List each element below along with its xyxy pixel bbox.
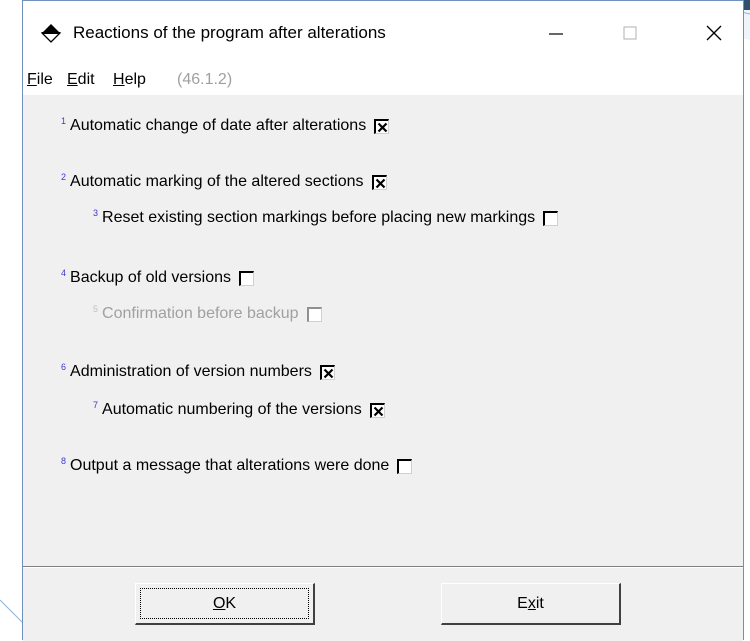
minimize-icon — [548, 25, 564, 46]
option-label: Automatic marking of the altered section… — [70, 173, 364, 190]
dialog-window: Reactions of the program after alteratio… — [22, 0, 744, 641]
option-label: Automatic change of date after alteratio… — [70, 117, 367, 134]
menu-file-label: ile — [36, 71, 53, 88]
option-checkbox[interactable] — [239, 270, 254, 286]
menu-edit[interactable]: Edit — [67, 71, 95, 89]
option-label: Administration of version numbers — [70, 363, 312, 380]
option-1: 1 Automatic change of date after alterat… — [61, 116, 390, 135]
focus-rectangle — [140, 588, 309, 619]
option-label: Confirmation before backup — [102, 305, 299, 322]
checkmark-x-icon — [323, 368, 334, 378]
option-number: 7 — [93, 400, 99, 410]
exit-button[interactable]: Ex it — [441, 583, 621, 625]
option-6: 6 Administration of version numbers — [61, 362, 335, 381]
window-title: Reactions of the program after alteratio… — [73, 23, 386, 42]
checkmark-x-icon — [373, 406, 383, 416]
menu-version: (46.1.2) — [177, 71, 233, 88]
options-panel: 1 Automatic change of date after alterat… — [23, 95, 743, 565]
option-checkbox[interactable] — [397, 458, 413, 474]
menu-help-mnemonic: H — [113, 71, 125, 88]
option-7: 7 Automatic numbering of the versions — [93, 400, 385, 419]
option-number: 4 — [61, 268, 67, 278]
close-button[interactable] — [691, 15, 737, 55]
exit-label-end: it — [535, 594, 544, 612]
option-2: 2 Automatic marking of the altered secti… — [61, 172, 387, 191]
option-3: 3 Reset existing section markings before… — [93, 208, 559, 227]
menu-help[interactable]: Help — [113, 71, 146, 89]
title-bar[interactable]: Reactions of the program after alteratio… — [23, 1, 743, 65]
option-number: 6 — [61, 362, 67, 372]
maximize-button[interactable] — [607, 15, 653, 55]
option-checkbox — [306, 306, 322, 322]
app-diamond-icon — [40, 23, 62, 43]
exit-label-start: E — [517, 594, 528, 612]
option-4: 4 Backup of old versions — [61, 268, 254, 287]
maximize-icon — [622, 25, 638, 46]
option-checkbox-checked[interactable] — [374, 118, 390, 134]
option-label: Automatic numbering of the versions — [102, 401, 362, 418]
option-label: Reset existing section markings before p… — [102, 209, 536, 226]
option-label: Backup of old versions — [70, 269, 231, 286]
menu-file-mnemonic: F — [27, 71, 37, 88]
option-checkbox-checked[interactable] — [319, 364, 335, 380]
exit-mnemonic: x — [527, 594, 536, 612]
menu-help-label: elp — [124, 71, 146, 88]
menu-edit-label: dit — [77, 71, 95, 88]
ok-button[interactable]: OK — [135, 583, 315, 625]
option-number: 5 — [93, 304, 99, 314]
option-8: 8 Output a message that alterations were… — [61, 456, 413, 475]
option-number: 1 — [61, 116, 67, 126]
option-5: 5 Confirmation before backup — [93, 304, 322, 323]
option-checkbox-checked[interactable] — [371, 174, 387, 190]
option-number: 3 — [93, 208, 99, 218]
menu-bar: File Edit Help (46.1.2) — [23, 65, 743, 95]
option-checkbox-checked[interactable] — [369, 402, 385, 418]
menu-edit-mnemonic: E — [67, 71, 78, 88]
checkmark-x-icon — [375, 178, 385, 188]
option-label: Output a message that alterations were d… — [70, 457, 390, 474]
checkmark-x-icon — [377, 122, 388, 132]
minimize-button[interactable] — [533, 15, 579, 55]
option-checkbox[interactable] — [543, 210, 559, 226]
option-number: 8 — [61, 456, 67, 466]
option-number: 2 — [61, 172, 67, 182]
button-bar: OK Ex it — [23, 568, 743, 641]
close-icon — [705, 24, 723, 47]
menu-file[interactable]: File — [27, 71, 53, 89]
